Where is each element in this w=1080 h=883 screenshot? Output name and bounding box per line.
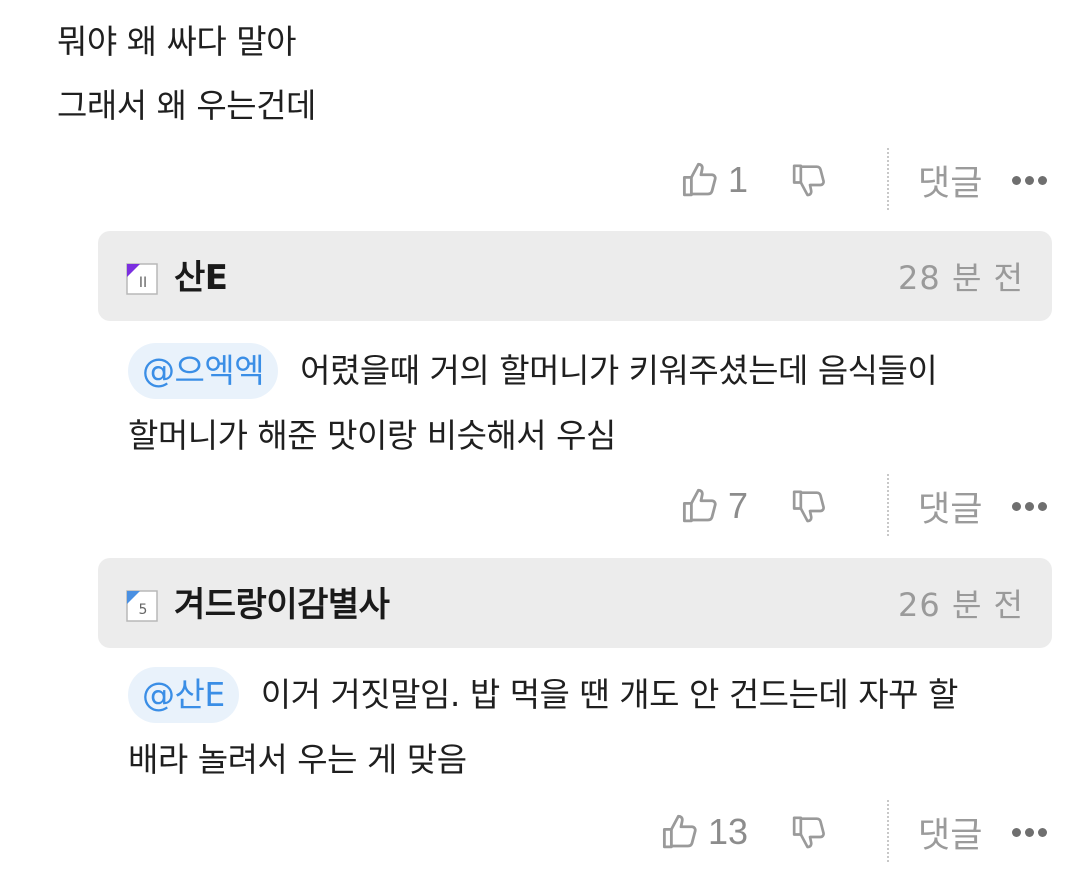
thumbs-up-icon <box>662 814 697 849</box>
like-count: 13 <box>708 811 749 852</box>
reply-text-line-2: 배라 놀려서 우는 게 맞음 <box>128 740 467 779</box>
thumbs-up-icon <box>682 162 717 197</box>
user-level-badge-icon: 5 <box>126 590 158 622</box>
thumbs-up-icon <box>682 488 717 523</box>
action-divider <box>887 474 889 536</box>
like-button[interactable]: 7 <box>680 476 748 536</box>
action-divider <box>887 148 889 210</box>
reply-actions: 7 댓글 <box>0 474 1080 536</box>
svg-text:II: II <box>139 275 147 291</box>
like-button[interactable]: 1 <box>680 150 748 210</box>
like-count: 1 <box>728 159 749 200</box>
more-options-button[interactable] <box>1012 802 1047 862</box>
like-count: 7 <box>728 485 749 526</box>
timestamp: 28 분 전 <box>898 259 1024 297</box>
svg-text:5: 5 <box>139 602 148 618</box>
reply-text-line-1: 어렸을때 거의 할머니가 키워주셨는데 음식들이 <box>300 351 938 390</box>
more-icon <box>1012 175 1021 185</box>
reply-text: @산E 이거 거짓말임. 밥 먹을 땐 개도 안 건드는데 자꾸 할 배라 놀려서… <box>128 662 1048 792</box>
more-icon <box>1012 827 1021 837</box>
action-divider <box>887 800 889 862</box>
reply-text: @으엑엑 어렸을때 거의 할머니가 키워주셨는데 음식들이 할머니가 해준 맛이랑… <box>128 338 1048 468</box>
timestamp: 26 분 전 <box>898 586 1024 624</box>
comment-text-line-1: 뭐야 왜 싸다 말아 <box>57 22 297 61</box>
thumbs-down-icon <box>792 164 825 197</box>
user-level-badge-icon: II <box>126 263 158 295</box>
comment-text-line-2: 그래서 왜 우는건데 <box>57 86 316 125</box>
username[interactable]: 산E <box>174 256 228 300</box>
reply-actions: 13 댓글 <box>0 800 1080 862</box>
like-button[interactable]: 13 <box>660 802 748 862</box>
comment-actions: 1 댓글 <box>0 148 1080 210</box>
more-options-button[interactable] <box>1012 476 1047 536</box>
thumbs-down-icon <box>792 816 825 849</box>
reply-text-line-2: 할머니가 해준 맛이랑 비슷해서 우심 <box>128 416 616 455</box>
more-options-button[interactable] <box>1012 150 1047 210</box>
reply-text-line-1: 이거 거짓말임. 밥 먹을 땐 개도 안 건드는데 자꾸 할 <box>260 675 959 714</box>
reply-button[interactable]: 댓글 <box>918 802 982 862</box>
dislike-button[interactable] <box>790 802 830 862</box>
reply-header: II 산E 28 분 전 <box>98 231 1052 321</box>
reply-header: 5 겨드랑이감별사 26 분 전 <box>98 558 1052 648</box>
thumbs-down-icon <box>792 490 825 523</box>
reply-button[interactable]: 댓글 <box>918 476 982 536</box>
dislike-button[interactable] <box>790 150 830 210</box>
mention-tag[interactable]: @으엑엑 <box>128 343 279 399</box>
dislike-button[interactable] <box>790 476 830 536</box>
more-icon <box>1012 501 1021 511</box>
username[interactable]: 겨드랑이감별사 <box>174 583 390 627</box>
reply-button[interactable]: 댓글 <box>918 150 982 210</box>
mention-tag[interactable]: @산E <box>128 667 239 723</box>
